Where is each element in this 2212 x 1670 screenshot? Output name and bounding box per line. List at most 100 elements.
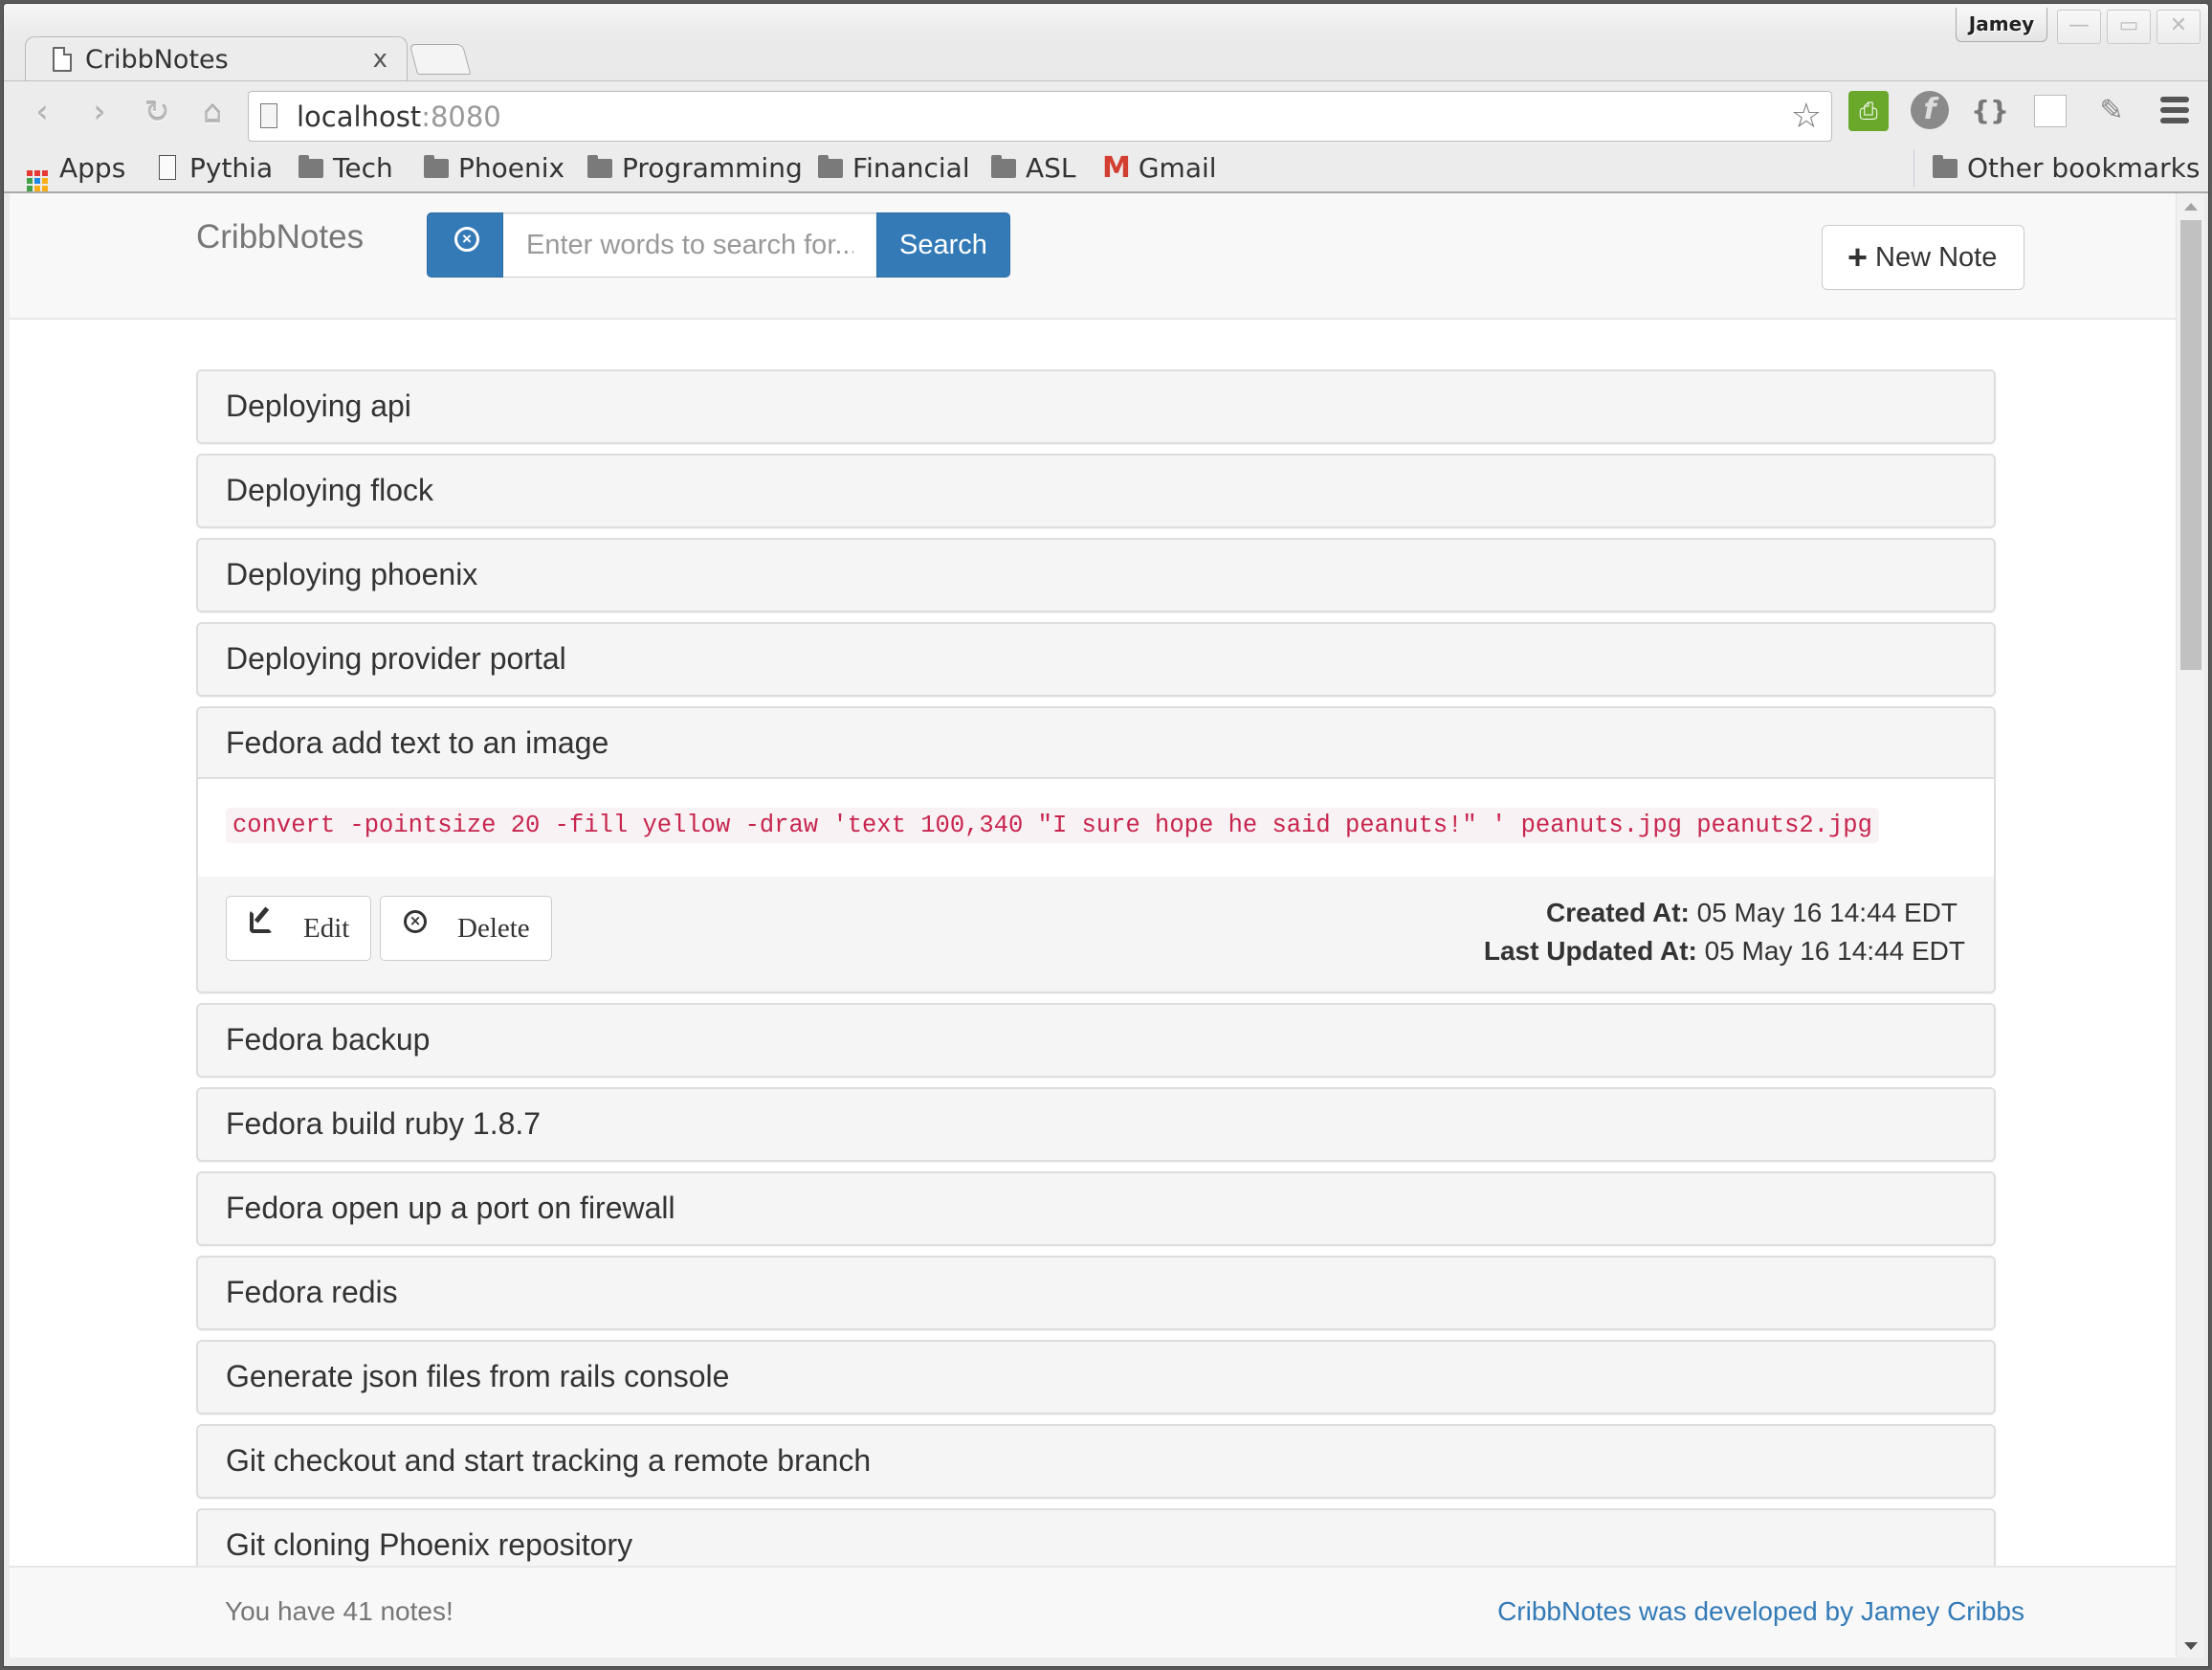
note-title[interactable]: Deploying phoenix (198, 540, 1994, 611)
browser-tab[interactable]: CribbNotes x (25, 36, 408, 82)
delete-button[interactable]: × Delete (380, 896, 552, 961)
note-title[interactable]: Fedora build ruby 1.8.7 (198, 1089, 1994, 1160)
print-friendly-icon[interactable]: ⎙ (1848, 91, 1889, 131)
note-item: Fedora open up a port on firewall (196, 1171, 1996, 1246)
bookmark-programming[interactable]: Programming (587, 151, 803, 186)
note-title[interactable]: Fedora redis (198, 1258, 1994, 1328)
page-viewport: CribbNotes × Search +New Note Deploying … (10, 193, 2176, 1658)
bookmark-label: Other bookmarks (1967, 152, 2201, 184)
new-tab-button[interactable] (409, 44, 472, 75)
note-title[interactable]: Fedora open up a port on firewall (198, 1173, 1994, 1244)
bookmark-financial[interactable]: Financial (818, 151, 970, 186)
delete-label: Delete (457, 913, 530, 944)
bookmark-label: Programming (622, 152, 803, 184)
folder-icon (587, 155, 612, 178)
note-title[interactable]: Deploying flock (198, 456, 1994, 526)
note-count: You have 41 notes! (225, 1596, 453, 1626)
clear-search-button[interactable]: × (427, 212, 503, 278)
note-title[interactable]: Generate json files from rails console (198, 1342, 1994, 1413)
delete-circle-icon: × (404, 910, 427, 933)
folder-icon (424, 155, 449, 178)
created-at: Created At: 05 May 16 14:44 EDT (1484, 894, 1958, 932)
other-bookmarks[interactable]: Other bookmarks (1933, 151, 2200, 186)
note-code: convert -pointsize 20 -fill yellow -draw… (226, 808, 1879, 843)
note-title[interactable]: Deploying provider portal (198, 624, 1994, 695)
back-button[interactable]: ‹ (21, 91, 63, 133)
bookmark-label: ASL (1026, 152, 1076, 184)
folder-icon (299, 155, 323, 178)
bookmark-label: Gmail (1138, 152, 1217, 184)
page-icon (53, 47, 72, 72)
note-item: Git checkout and start tracking a remote… (196, 1424, 1996, 1499)
note-body: convert -pointsize 20 -fill yellow -draw… (198, 779, 1994, 877)
minimize-button[interactable]: — (2057, 10, 2101, 44)
bookmark-label: Phoenix (458, 152, 565, 184)
tab-close-icon[interactable]: x (373, 45, 387, 74)
bookmark-pythia[interactable]: Pythia (159, 151, 273, 186)
new-note-button[interactable]: + New Note (1822, 225, 2024, 290)
folder-icon (991, 155, 1016, 178)
clear-circle-icon: × (454, 227, 479, 252)
fedora-icon[interactable]: f (1911, 91, 1949, 129)
tab-title: CribbNotes (85, 45, 229, 75)
maximize-icon: ▭ (2118, 13, 2139, 37)
search-form: × Search (427, 212, 1010, 278)
forward-button[interactable]: › (78, 91, 121, 133)
close-icon: ✕ (2169, 13, 2188, 37)
bookmark-label: Apps (59, 152, 126, 184)
scroll-down-arrow-icon[interactable] (2184, 1642, 2198, 1650)
note-item: Fedora redis (196, 1256, 1996, 1330)
url-host: localhost (297, 100, 422, 133)
scroll-up-arrow-icon[interactable] (2184, 203, 2198, 211)
note-timestamps: Created At: 05 May 16 14:44 EDT Last Upd… (1484, 894, 1965, 970)
search-button[interactable]: Search (876, 212, 1010, 278)
page-scrollbar[interactable] (2176, 193, 2204, 1658)
note-title[interactable]: Fedora add text to an image (198, 708, 1994, 779)
minimize-icon: — (2068, 13, 2090, 37)
credit-link[interactable]: CribbNotes was developed by Jamey Cribbs (1497, 1596, 2024, 1627)
updated-at: Last Updated At: 05 May 16 14:44 EDT (1484, 932, 1965, 970)
bookmark-phoenix[interactable]: Phoenix (424, 151, 564, 186)
bookmark-gmail[interactable]: M Gmail (1102, 151, 1217, 186)
bookmark-tech[interactable]: Tech (299, 151, 393, 186)
note-title[interactable]: Fedora backup (198, 1005, 1994, 1076)
note-item: Deploying flock (196, 454, 1996, 528)
title-bar: CribbNotes x Jamey — ▭ ✕ (4, 4, 2208, 82)
json-formatter-icon[interactable]: {} (1970, 91, 2010, 131)
back-arrow-icon: ‹ (35, 94, 49, 130)
bookmark-apps[interactable]: Apps (27, 151, 126, 191)
browser-window: CribbNotes x Jamey — ▭ ✕ ‹ › ↻ ⌂ localho… (3, 3, 2209, 1667)
browser-menu-icon[interactable] (2160, 97, 2189, 123)
blank-window-icon[interactable] (2034, 95, 2067, 127)
app-brand[interactable]: CribbNotes (196, 218, 364, 256)
note-title[interactable]: Git checkout and start tracking a remote… (198, 1426, 1994, 1497)
reload-button[interactable]: ↻ (136, 91, 178, 133)
note-item: Fedora backup (196, 1003, 1996, 1078)
note-item: Generate json files from rails console (196, 1340, 1996, 1414)
profile-button[interactable]: Jamey (1956, 8, 2047, 42)
gmail-icon: M (1102, 151, 1131, 185)
bookmark-label: Pythia (189, 152, 274, 184)
home-button[interactable]: ⌂ (191, 91, 233, 133)
search-input[interactable] (503, 212, 876, 278)
address-bar[interactable]: localhost:8080 ☆ (248, 91, 1832, 142)
home-icon: ⌂ (202, 94, 223, 130)
reload-icon: ↻ (144, 94, 170, 130)
note-title[interactable]: Deploying api (198, 371, 1994, 442)
bookmark-label: Tech (333, 152, 393, 184)
bookmarks-bar: Apps Pythia Tech Phoenix Programming Fin… (4, 144, 2208, 193)
updated-label: Last Updated At: (1483, 936, 1697, 966)
spreadsheet-edit-icon[interactable]: ✎ (2091, 91, 2132, 131)
url-text[interactable]: localhost:8080 (297, 100, 501, 133)
app-footer: You have 41 notes! CribbNotes was develo… (10, 1566, 2176, 1658)
forward-arrow-icon: › (93, 94, 106, 130)
bookmark-asl[interactable]: ASL (991, 151, 1076, 186)
close-window-button[interactable]: ✕ (2157, 10, 2201, 44)
notes-list: Deploying api Deploying flock Deploying … (196, 369, 1996, 1592)
bookmark-star-icon[interactable]: ☆ (1791, 96, 1822, 136)
scrollbar-thumb[interactable] (2180, 220, 2201, 670)
edit-button[interactable]: Edit (226, 896, 371, 961)
note-item: Deploying provider portal (196, 622, 1996, 697)
browser-toolbar: ‹ › ↻ ⌂ localhost:8080 ☆ ⎙ f {} ✎ (4, 80, 2208, 144)
maximize-button[interactable]: ▭ (2107, 10, 2151, 44)
